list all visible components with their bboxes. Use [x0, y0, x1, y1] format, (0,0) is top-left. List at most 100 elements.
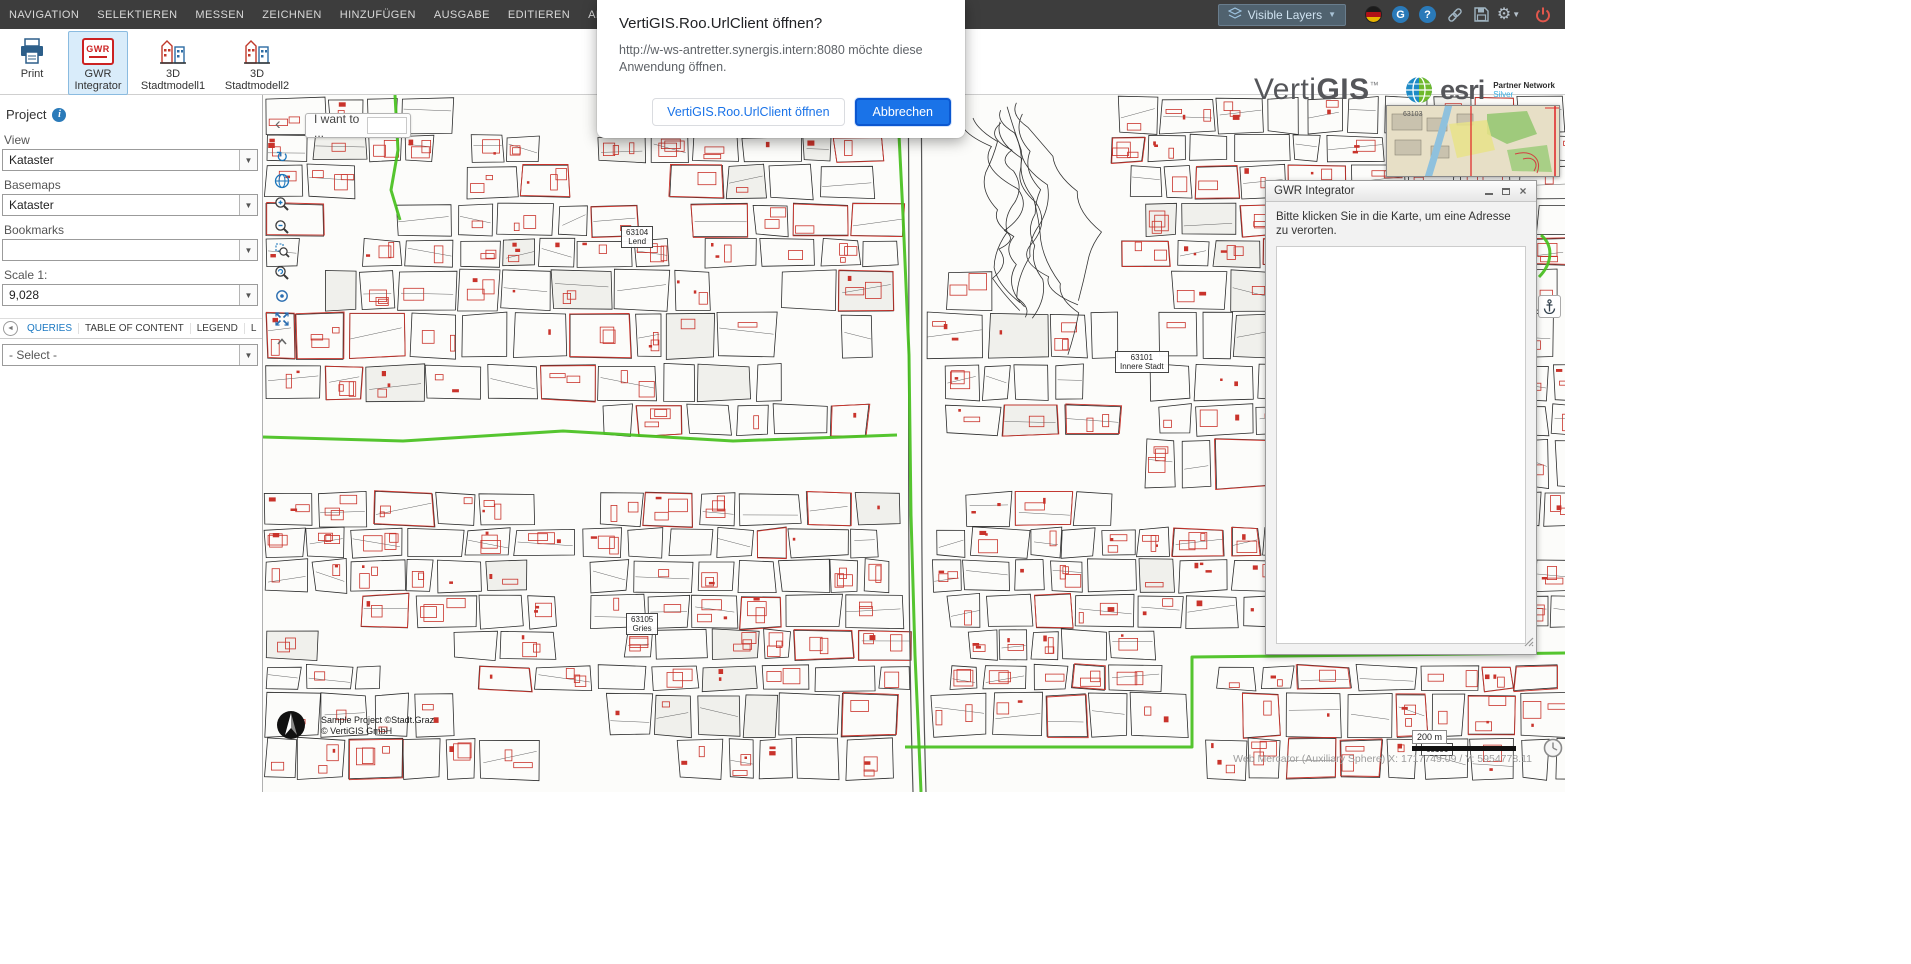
brand-area: VertiGIS™ esri Partner NetworkSilver: [1254, 58, 1555, 122]
print-button[interactable]: Print: [2, 31, 62, 91]
tab-legend[interactable]: LEGEND: [191, 323, 245, 334]
stadtmodell2-button[interactable]: 3D Stadtmodell2: [218, 31, 296, 95]
gwr-icon: GWR: [82, 36, 114, 66]
menu-selektieren[interactable]: SELEKTIEREN: [88, 9, 186, 21]
dialog-body: http://w-ws-antretter.synergis.intern:80…: [597, 32, 965, 76]
tabs-scroll-left-button[interactable]: ◄: [3, 321, 18, 336]
sidebar-collapse-button[interactable]: ‹: [275, 115, 281, 132]
anchor-tool-button[interactable]: [1538, 295, 1561, 318]
basemaps-dropdown[interactable]: Kataster ▼: [2, 194, 258, 216]
scale-label: Scale 1:: [4, 268, 262, 282]
layers-icon: [1228, 7, 1242, 23]
tool-label: GWR Integrator: [71, 68, 125, 92]
left-sidebar: Project i View Kataster ▼ Basemaps Katas…: [0, 95, 263, 792]
bookmarks-dropdown[interactable]: ▼: [2, 239, 258, 261]
tab-truncated[interactable]: L: [245, 323, 262, 334]
logout-button[interactable]: [1532, 4, 1553, 25]
gwr-integrator-button[interactable]: GWR GWR Integrator: [68, 31, 128, 95]
view-dropdown[interactable]: Kataster ▼: [2, 149, 258, 171]
target-icon: [274, 288, 290, 304]
protocol-handler-dialog: VertiGIS.Roo.UrlClient öffnen? http://w-…: [597, 0, 965, 138]
g-icon: G: [1392, 6, 1409, 23]
menu-messen[interactable]: MESSEN: [186, 9, 253, 21]
chevron-down-icon[interactable]: ▼: [239, 195, 257, 215]
tab-table-of-content[interactable]: TABLE OF CONTENT: [79, 323, 191, 334]
help-icon: ?: [1419, 6, 1436, 23]
open-url-client-button[interactable]: VertiGIS.Roo.UrlClient öffnen: [652, 98, 844, 126]
info-icon[interactable]: i: [52, 108, 66, 122]
resize-handle[interactable]: [1524, 634, 1534, 652]
visible-layers-button[interactable]: Visible Layers ▼: [1218, 4, 1346, 26]
bookmarks-label: Bookmarks: [4, 223, 262, 237]
app-window: NAVIGATION SELEKTIEREN MESSEN ZEICHNEN H…: [0, 0, 1565, 964]
map-viewport[interactable]: ‹ I want to ... ↻: [263, 95, 1565, 792]
menu-hinzufuegen[interactable]: HINZUFÜGEN: [331, 9, 425, 21]
minimize-button[interactable]: [1482, 184, 1496, 198]
chevron-down-icon[interactable]: ▼: [239, 345, 257, 365]
vertigis-logo: VertiGIS™: [1254, 73, 1379, 107]
help-button[interactable]: ?: [1417, 4, 1438, 25]
zoom-out-button[interactable]: [271, 216, 293, 237]
zoom-previous-button[interactable]: [271, 262, 293, 283]
maximize-icon: [1502, 188, 1510, 195]
close-button[interactable]: ×: [1516, 184, 1530, 198]
scale-dropdown[interactable]: 9,028 ▼: [2, 284, 258, 306]
globe-button[interactable]: [271, 170, 293, 191]
geoportal-button[interactable]: G: [1390, 4, 1411, 25]
chevron-down-icon: ▼: [1512, 10, 1520, 19]
zoom-window-icon: [274, 242, 290, 258]
settings-button[interactable]: ⚙▼: [1498, 4, 1519, 25]
district-label-gries: 63105Gries: [626, 613, 658, 635]
zoom-in-button[interactable]: [271, 193, 293, 214]
panel-content[interactable]: [1276, 246, 1526, 644]
save-button[interactable]: [1471, 4, 1492, 25]
coordinate-readout: Web Mercator (Auxiliary Sphere) X: 17177…: [1233, 753, 1532, 765]
language-button[interactable]: [1363, 4, 1384, 25]
globe-icon: [274, 173, 290, 189]
tab-queries[interactable]: QUERIES: [21, 323, 79, 334]
gear-icon: ⚙: [1497, 7, 1511, 23]
tool-label: 3D Stadtmodell2: [221, 68, 293, 92]
menu-editieren[interactable]: EDITIEREN: [499, 9, 579, 21]
menu-zeichnen[interactable]: ZEICHNEN: [253, 9, 330, 21]
view-label: View: [4, 133, 262, 147]
stadtmodell1-button[interactable]: 3D Stadtmodell1: [134, 31, 212, 95]
locate-button[interactable]: [271, 285, 293, 306]
refresh-button[interactable]: ↻: [271, 147, 293, 168]
chevron-up-icon: [274, 334, 290, 350]
query-select-dropdown[interactable]: - Select - ▼: [2, 344, 258, 366]
extent-arrows-icon: [274, 311, 290, 327]
i-want-to-input[interactable]: [367, 117, 407, 134]
chevron-down-icon[interactable]: ▼: [239, 240, 257, 260]
menu-navigation[interactable]: NAVIGATION: [0, 9, 88, 21]
chevron-down-icon[interactable]: ▼: [239, 285, 257, 305]
share-link-button[interactable]: [1444, 4, 1465, 25]
buildings-3d-icon: [242, 36, 272, 66]
tool-label: 3D Stadtmodell1: [137, 68, 209, 92]
chevron-down-icon: ▼: [1328, 10, 1336, 19]
i-want-to-label: I want to ...: [306, 112, 367, 140]
zoom-window-button[interactable]: [271, 239, 293, 260]
map-toolbar: ↻: [271, 147, 293, 352]
menu-ausgabe[interactable]: AUSGABE: [425, 9, 499, 21]
maximize-button[interactable]: [1499, 184, 1513, 198]
chevron-down-icon[interactable]: ▼: [239, 150, 257, 170]
cancel-button[interactable]: Abbrechen: [855, 98, 951, 126]
basemaps-label: Basemaps: [4, 178, 262, 192]
panel-message: Bitte klicken Sie in die Karte, um eine …: [1266, 202, 1536, 244]
panel-titlebar[interactable]: GWR Integrator ×: [1266, 181, 1536, 202]
north-arrow-icon: [275, 709, 307, 741]
i-want-to-button[interactable]: I want to ...: [305, 113, 411, 138]
power-icon: [1534, 6, 1552, 24]
scalebar-bar: [1412, 746, 1516, 751]
toolbar-collapse-button[interactable]: [271, 331, 293, 352]
esri-globe-icon: [1405, 76, 1433, 104]
basemaps-value: Kataster: [3, 198, 239, 212]
district-label-innere-stadt: 63101Innere Stadt: [1115, 351, 1169, 373]
full-extent-button[interactable]: [271, 308, 293, 329]
history-clock-button[interactable]: [1540, 735, 1565, 760]
clock-icon: [1542, 737, 1564, 759]
scalebar: 200 m: [1412, 727, 1516, 751]
panel-title: GWR Integrator: [1274, 185, 1479, 197]
zoom-out-icon: [274, 219, 290, 235]
